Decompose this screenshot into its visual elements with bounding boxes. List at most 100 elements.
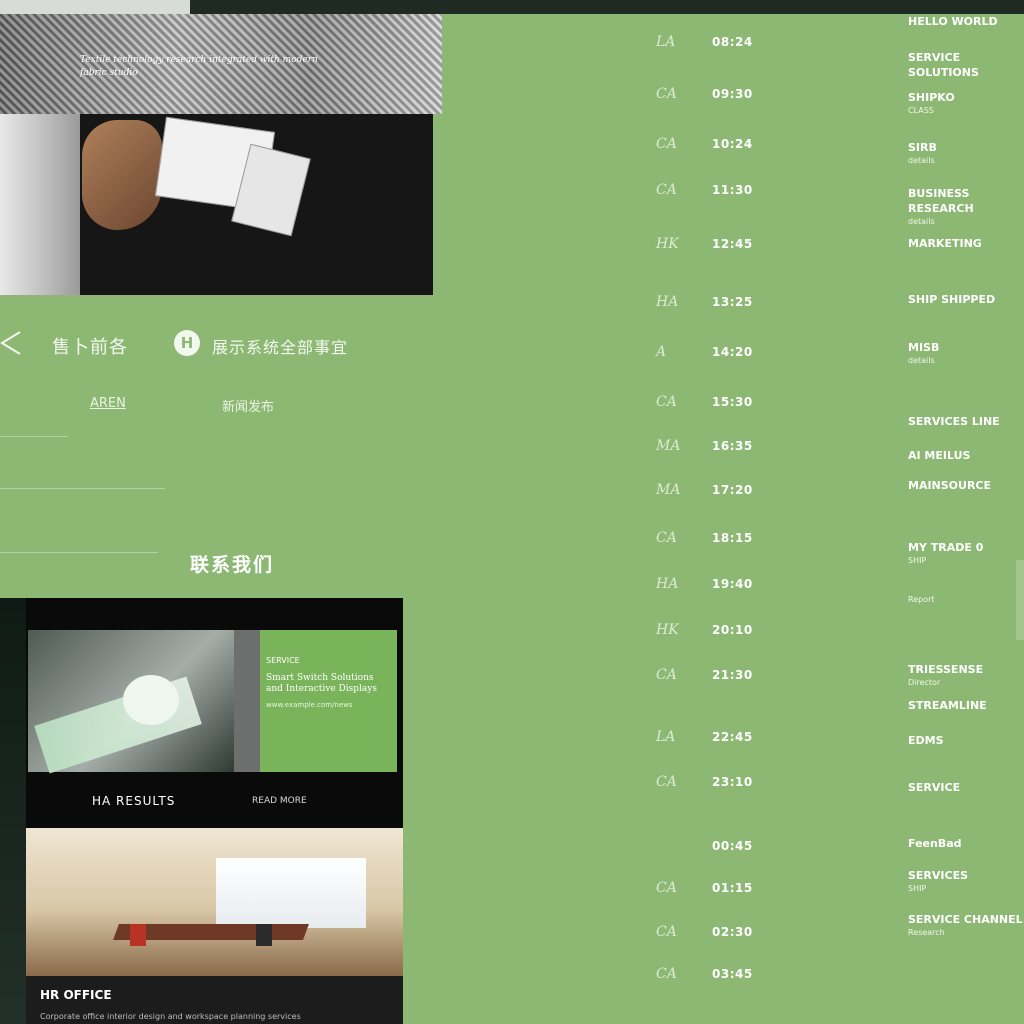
- info-primary: TRIESSENSE: [908, 663, 984, 676]
- info-block[interactable]: HELLO WORLD: [908, 14, 1024, 29]
- info-block[interactable]: MARKETING: [908, 236, 1024, 251]
- info-primary: SERVICE SOLUTIONS: [908, 51, 979, 79]
- top-bar: [190, 0, 1024, 14]
- schedule-row[interactable]: CA 11:30: [656, 180, 753, 200]
- office-footer-meta: Corporate office interior design and wor…: [40, 1012, 301, 1021]
- schedule-code: HA: [656, 294, 679, 310]
- nav-subtitle[interactable]: 展示系统全部事宜: [212, 334, 348, 358]
- promo-caption[interactable]: HA RESULTS: [92, 794, 175, 808]
- promo-title: Smart Switch Solutions and Interactive D…: [266, 673, 377, 694]
- schedule-row[interactable]: HK 12:45: [656, 234, 753, 254]
- scrollbar[interactable]: [1016, 560, 1024, 640]
- info-block[interactable]: SHIP SHIPPED: [908, 292, 1024, 307]
- schedule-row[interactable]: CA 23:10: [656, 772, 753, 792]
- schedule-row[interactable]: CA 10:24: [656, 134, 753, 154]
- info-block[interactable]: SERVICE SOLUTIONS: [908, 50, 1024, 80]
- schedule-row[interactable]: LA 22:45: [656, 727, 753, 747]
- info-block[interactable]: Report: [908, 594, 1024, 606]
- schedule-row[interactable]: LA 08:24: [656, 32, 753, 52]
- promo-kicker: SERVICE: [266, 656, 300, 665]
- schedule-row[interactable]: CA 18:15: [656, 528, 753, 548]
- schedule-time: 17:20: [712, 483, 753, 497]
- window: [216, 858, 366, 928]
- schedule-row[interactable]: CA 09:30: [656, 84, 753, 104]
- info-block[interactable]: BUSINESS RESEARCH details: [908, 186, 1024, 228]
- schedule-row[interactable]: CA 02:30: [656, 922, 753, 942]
- schedule-row[interactable]: HK 20:10: [656, 620, 753, 640]
- cards-photo[interactable]: [0, 114, 433, 295]
- schedule-time: 08:24: [712, 35, 753, 49]
- schedule-time: 03:45: [712, 967, 753, 981]
- section-heading: 联系我们: [190, 554, 275, 576]
- schedule-code: CA: [656, 924, 677, 940]
- schedule-code: CA: [656, 86, 677, 102]
- schedule-time: 19:40: [712, 577, 753, 591]
- divider: [0, 436, 68, 437]
- office-footer-title: HR OFFICE: [40, 988, 112, 1002]
- promo-divider: [234, 630, 260, 772]
- promo-meta: www.example.com/news: [266, 701, 353, 709]
- schedule-code: CA: [656, 880, 677, 896]
- info-secondary: SHIP: [908, 556, 927, 565]
- info-block[interactable]: EDMS: [908, 733, 1024, 748]
- schedule-row[interactable]: HA 13:25: [656, 292, 753, 312]
- fabric-photo[interactable]: Textile technology research integrated w…: [0, 14, 442, 114]
- info-primary: SERVICE CHANNEL: [908, 913, 1023, 926]
- info-primary: MISB: [908, 341, 940, 354]
- schedule-row[interactable]: CA 01:15: [656, 878, 753, 898]
- info-block[interactable]: SIRB details: [908, 140, 1024, 167]
- nav-title[interactable]: 售卜前各: [52, 333, 128, 359]
- promo-panel[interactable]: SERVICE Smart Switch Solutions and Inter…: [26, 598, 403, 828]
- schedule-code: LA: [656, 34, 676, 50]
- info-block[interactable]: SERVICES SHIP: [908, 868, 1024, 895]
- schedule-time: 11:30: [712, 183, 753, 197]
- info-block[interactable]: AI MEILUS: [908, 448, 1024, 463]
- schedule-code: CA: [656, 394, 677, 410]
- schedule-time: 20:10: [712, 623, 753, 637]
- schedule-row[interactable]: CA 21:30: [656, 665, 753, 685]
- info-primary: MAINSOURCE: [908, 479, 992, 492]
- info-block[interactable]: MISB details: [908, 340, 1024, 367]
- schedule-row[interactable]: MA 16:35: [656, 436, 753, 456]
- schedule-code: HK: [656, 622, 679, 638]
- info-primary: STREAMLINE: [908, 699, 987, 712]
- info-secondary: CLASS: [908, 106, 934, 115]
- info-block[interactable]: MAINSOURCE: [908, 478, 1024, 493]
- schedule-code: CA: [656, 966, 677, 982]
- info-block[interactable]: FeenBad: [908, 836, 1024, 851]
- schedule-row[interactable]: HA 19:40: [656, 574, 753, 594]
- info-block[interactable]: MY TRADE 0 SHIP: [908, 540, 1024, 567]
- schedule-row[interactable]: CA 15:30: [656, 392, 753, 412]
- office-photo[interactable]: [26, 828, 403, 976]
- info-secondary: details: [908, 156, 935, 165]
- info-secondary: SHIP: [908, 884, 927, 893]
- chair: [130, 924, 146, 946]
- office-footer[interactable]: HR OFFICE Corporate office interior desi…: [26, 976, 403, 1024]
- schedule-code: A: [656, 344, 667, 360]
- info-block[interactable]: SERVICE: [908, 780, 1024, 795]
- info-secondary: Director: [908, 678, 941, 687]
- schedule-code: MA: [656, 482, 681, 498]
- info-block[interactable]: SERVICES LINE: [908, 414, 1024, 429]
- schedule-code: CA: [656, 182, 677, 198]
- dark-strip: [0, 598, 26, 1024]
- info-block[interactable]: STREAMLINE: [908, 698, 1024, 713]
- nav-link-primary[interactable]: AREN: [90, 396, 126, 411]
- promo-read-more[interactable]: READ MORE: [252, 796, 307, 806]
- info-block[interactable]: SERVICE CHANNEL Research: [908, 912, 1024, 939]
- schedule-row[interactable]: CA 03:45: [656, 964, 753, 984]
- back-arrow-icon[interactable]: [0, 330, 22, 356]
- promo-photo: [28, 630, 234, 774]
- schedule-row[interactable]: MA 17:20: [656, 480, 753, 500]
- schedule-time: 21:30: [712, 668, 753, 682]
- info-block[interactable]: SHIPKO CLASS: [908, 90, 1024, 117]
- nav-link-secondary[interactable]: 新闻发布: [222, 396, 274, 415]
- info-primary: SHIP SHIPPED: [908, 293, 996, 306]
- schedule-time: 15:30: [712, 395, 753, 409]
- schedule-row[interactable]: A 14:20: [656, 342, 753, 362]
- brand-badge-icon[interactable]: H: [174, 330, 200, 356]
- info-primary: MARKETING: [908, 237, 982, 250]
- schedule-row[interactable]: 00:45: [656, 836, 753, 856]
- info-block[interactable]: TRIESSENSE Director: [908, 662, 1024, 689]
- schedule-time: 12:45: [712, 237, 753, 251]
